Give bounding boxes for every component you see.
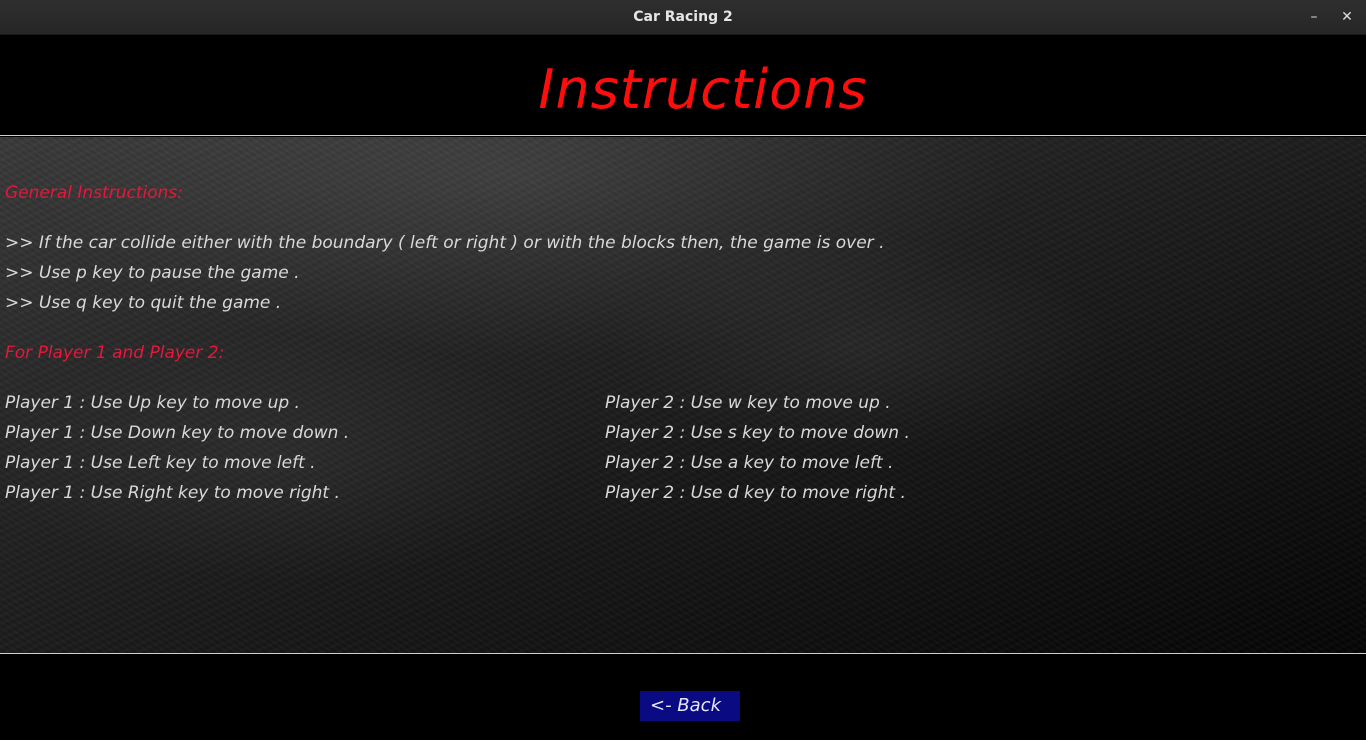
window-title: Car Racing 2 [633, 9, 733, 25]
minimize-icon[interactable]: – [1302, 6, 1326, 30]
general-instruction-line: >> If the car collide either with the bo… [5, 233, 885, 253]
player1-instruction: Player 1 : Use Right key to move right . [5, 483, 340, 503]
player2-instruction: Player 2 : Use a key to move left . [605, 453, 894, 473]
player1-instruction: Player 1 : Use Down key to move down . [5, 423, 350, 443]
general-instruction-line: >> Use q key to quit the game . [5, 293, 282, 313]
player1-instruction: Player 1 : Use Up key to move up . [5, 393, 300, 413]
back-button[interactable]: <- Back [640, 691, 740, 721]
instructions-panel: General Instructions: >> If the car coll… [0, 137, 1366, 654]
general-instructions-heading: General Instructions: [5, 183, 183, 203]
player1-instruction: Player 1 : Use Left key to move left . [5, 453, 316, 473]
page-footer: <- Back [0, 655, 1366, 740]
close-icon[interactable]: ✕ [1335, 6, 1359, 30]
player2-instruction: Player 2 : Use d key to move right . [605, 483, 906, 503]
general-instruction-line: >> Use p key to pause the game . [5, 263, 300, 283]
player2-instruction: Player 2 : Use w key to move up . [605, 393, 891, 413]
players-heading: For Player 1 and Player 2: [5, 343, 225, 363]
window-titlebar: Car Racing 2 – ✕ [0, 0, 1366, 35]
page-header: Instructions [0, 36, 1366, 136]
player2-instruction: Player 2 : Use s key to move down . [605, 423, 910, 443]
page-title: Instructions [538, 58, 868, 121]
